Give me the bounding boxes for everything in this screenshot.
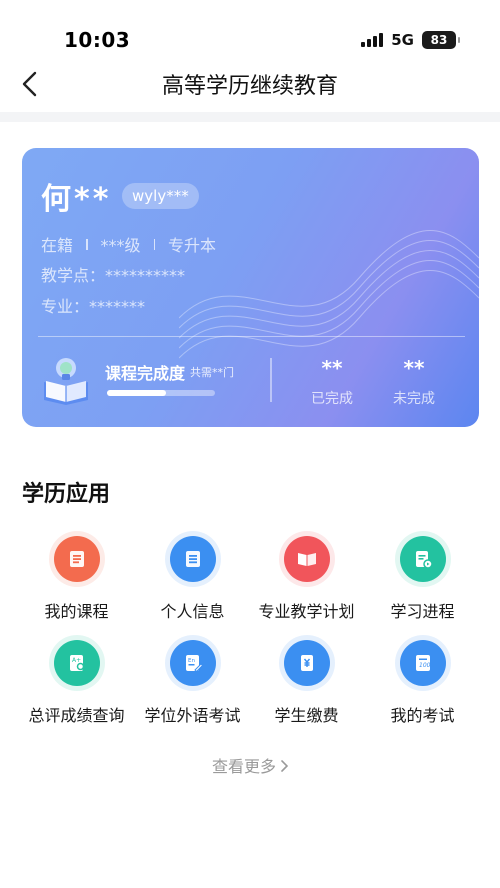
progress-title: 课程完成度 — [105, 364, 186, 383]
app-study-progress[interactable]: 学习进程 — [360, 536, 485, 622]
app-label: 我的考试 — [390, 706, 455, 725]
major-info: 专业：******* — [41, 297, 146, 316]
student-card[interactable]: 何** wyly*** 在籍 ***级 专升本 教学点：********** 专… — [22, 148, 479, 427]
teaching-center: 教学点：********** — [41, 266, 186, 285]
app-label: 学位外语考试 — [144, 706, 241, 725]
course-list-icon — [53, 536, 100, 582]
app-personal-info[interactable]: 个人信息 — [130, 536, 255, 622]
app-label: 学习进程 — [390, 602, 455, 621]
grade-year: ***级 — [100, 236, 141, 255]
completed-count: ** — [321, 356, 343, 380]
progress-total: 共需**门 — [190, 366, 234, 379]
profile-doc-icon — [169, 536, 216, 582]
completed-stat: ** 已完成 — [297, 354, 367, 408]
app-my-exams[interactable]: 100 我的考试 — [360, 640, 485, 726]
app-label: 专业教学计划 — [258, 602, 355, 621]
battery-level: 83 — [430, 33, 448, 47]
stats-divider — [270, 358, 272, 402]
app-label: 总评成绩查询 — [28, 706, 125, 725]
app-label: 我的课程 — [44, 602, 109, 621]
exam-paper-icon: 100 — [399, 640, 446, 686]
completed-label: 已完成 — [311, 391, 353, 407]
app-my-courses[interactable]: 我的课程 — [14, 536, 139, 622]
book-bulb-icon — [44, 358, 88, 405]
battery-icon: 83 — [422, 31, 460, 49]
section-title: 学历应用 — [22, 482, 111, 507]
status-indicators: 5G 83 — [361, 31, 460, 49]
language-exam-icon: En — [169, 640, 216, 686]
score-search-icon: A+ — [53, 640, 100, 686]
status-time: 10:03 — [64, 28, 131, 52]
status-bar: 10:03 5G 83 — [0, 0, 500, 62]
nav-bar: 高等学历继续教育 — [0, 62, 500, 112]
app-score-query[interactable]: A+ 总评成绩查询 — [14, 640, 139, 726]
signal-icon — [361, 33, 384, 47]
card-divider — [38, 336, 465, 337]
education-level: 专升本 — [168, 236, 217, 255]
pending-count: ** — [403, 356, 425, 380]
page-title: 高等学历继续教育 — [161, 74, 338, 99]
network-label: 5G — [391, 31, 414, 49]
app-teaching-plan[interactable]: 专业教学计划 — [244, 536, 369, 622]
progress-bar-fill — [107, 390, 167, 396]
open-book-icon — [283, 536, 330, 582]
app-label: 个人信息 — [160, 602, 225, 621]
chevron-right-icon — [280, 757, 289, 776]
header-divider — [0, 112, 500, 122]
app-language-exam[interactable]: En 学位外语考试 — [130, 640, 255, 726]
pending-label: 未完成 — [393, 391, 435, 407]
svg-text:100: 100 — [419, 662, 431, 669]
view-more-link[interactable]: 查看更多 — [0, 753, 500, 777]
progress-bar — [107, 390, 215, 396]
view-more-label: 查看更多 — [211, 757, 276, 776]
enrollment-info: 在籍 ***级 专升本 — [41, 232, 216, 256]
pending-stat: ** 未完成 — [379, 354, 449, 408]
progress-doc-icon — [399, 536, 446, 582]
student-name: 何** — [41, 182, 112, 217]
svg-text:En: En — [188, 658, 195, 664]
enrollment-status: 在籍 — [41, 236, 74, 255]
payment-icon — [283, 640, 330, 686]
app-student-payment[interactable]: 学生缴费 — [244, 640, 369, 726]
app-label: 学生缴费 — [274, 706, 339, 725]
account-badge: wyly*** — [122, 183, 199, 209]
